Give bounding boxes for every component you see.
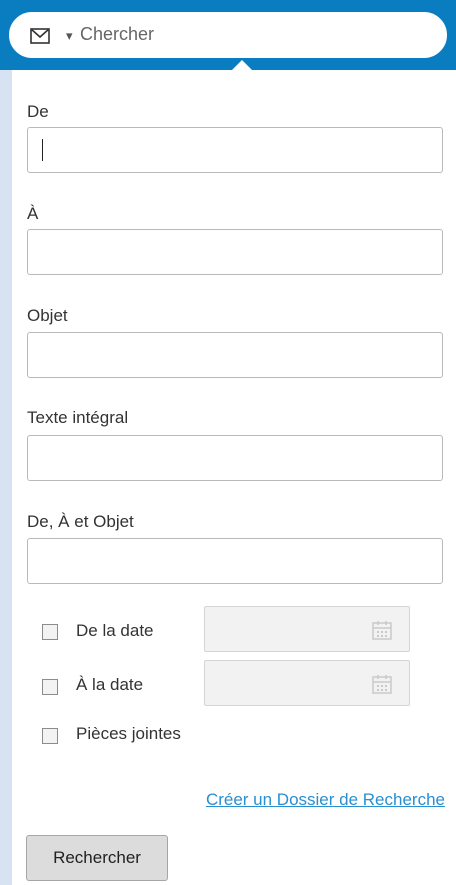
attachments-checkbox[interactable]	[42, 728, 58, 744]
to-label: À	[27, 204, 39, 223]
date-from-label: De la date	[76, 621, 154, 640]
attachments-label: Pièces jointes	[76, 724, 181, 743]
to-field[interactable]	[27, 229, 443, 275]
date-to-field[interactable]	[204, 660, 410, 706]
calendar-icon[interactable]	[371, 619, 393, 646]
calendar-icon[interactable]	[371, 673, 393, 700]
advanced-search-panel: De À Objet Texte intégral De, À et Objet…	[12, 70, 456, 885]
all-fields-label: De, À et Objet	[27, 512, 134, 531]
subject-label: Objet	[27, 306, 68, 325]
from-field[interactable]	[27, 127, 443, 173]
subject-field[interactable]	[27, 332, 443, 378]
text-cursor	[42, 139, 43, 161]
all-fields-field[interactable]	[27, 538, 443, 584]
from-label: De	[27, 102, 49, 121]
dropdown-caret-icon[interactable]: ▾	[66, 28, 73, 44]
date-from-checkbox[interactable]	[42, 624, 58, 640]
fulltext-field[interactable]	[27, 435, 443, 481]
date-to-checkbox[interactable]	[42, 679, 58, 695]
background-strip	[0, 70, 12, 885]
date-to-label: À la date	[76, 675, 144, 694]
search-placeholder[interactable]: Chercher	[80, 24, 154, 45]
date-from-field[interactable]	[204, 606, 410, 652]
envelope-icon[interactable]	[30, 28, 50, 49]
search-bar[interactable]: ▾ Chercher	[9, 12, 447, 58]
fulltext-label: Texte intégral	[27, 408, 129, 427]
search-button[interactable]: Rechercher	[26, 835, 168, 881]
create-search-folder-link[interactable]: Créer un Dossier de Recherche	[206, 790, 445, 810]
